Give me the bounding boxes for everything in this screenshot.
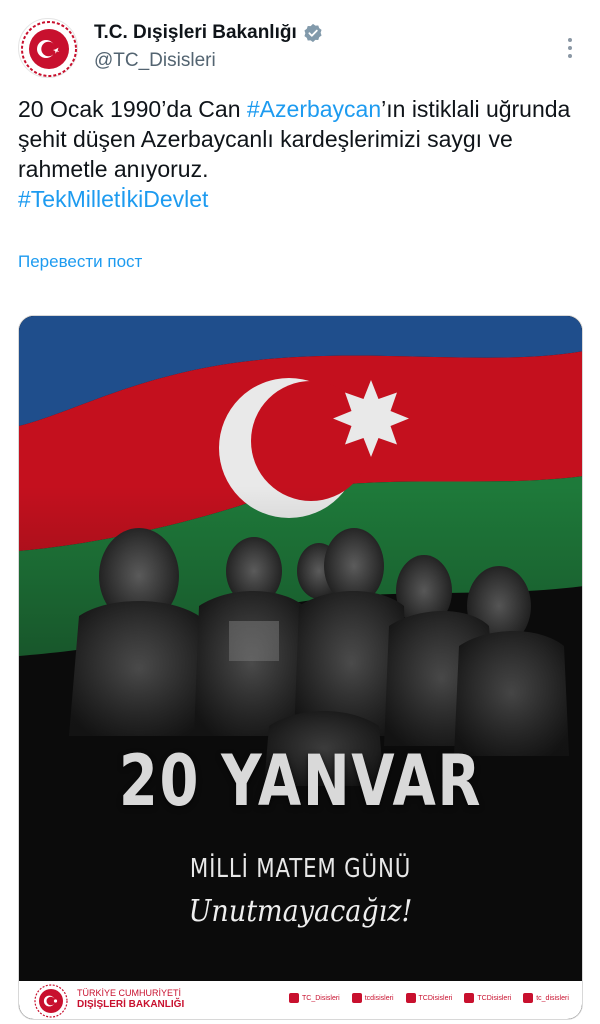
x-icon: [289, 993, 299, 1003]
poster-footer: TÜRKİYE CUMHURİYETİ DIŞİŞLERİ BAKANLIĞI …: [19, 981, 582, 1019]
account-avatar[interactable]: [18, 18, 78, 78]
verified-badge-icon: [304, 23, 322, 43]
news-icon: [523, 993, 534, 1003]
social-instagram: tcdisisleri: [351, 993, 394, 1003]
display-name[interactable]: T.C. Dışişleri Bakanlığı: [94, 22, 297, 44]
social-label: TC_Disisleri: [302, 994, 340, 1002]
social-news: tc_disisleri: [523, 993, 569, 1003]
tweet-header: T.C. Dışişleri Bakanlığı @TC_Disisleri: [18, 18, 582, 80]
footer-org-line1: TÜRKİYE CUMHURİYETİ: [77, 988, 182, 998]
ministry-name: TÜRKİYE CUMHURİYETİ DIŞİŞLERİ BAKANLIĞI: [77, 988, 184, 1010]
tweet-text: 20 Ocak 1990’da Can #Azerbaycan’ın istik…: [18, 94, 584, 214]
social-label: TCDisisleri: [477, 994, 512, 1002]
footer-org-line2: DIŞİŞLERİ BAKANLIĞI: [77, 999, 185, 1010]
turkish-ministry-seal-icon: [21, 21, 77, 77]
facebook-icon: [405, 993, 416, 1003]
social-label: TCDisisleri: [418, 994, 453, 1002]
tweet-media-image[interactable]: 20 YANVAR MİLLİ MATEM GÜNÜ Unutmayacağız…: [18, 315, 583, 1020]
instagram-icon: [351, 993, 362, 1003]
poster-subtitle: MİLLİ MATEM GÜNÜ: [189, 854, 412, 884]
ministry-logo: [33, 983, 69, 1019]
account-handle[interactable]: @TC_Disisleri: [94, 50, 216, 72]
hashtag-tekmilletikidevlet[interactable]: #TekMilletİkiDevlet: [18, 186, 208, 212]
more-vertical-icon[interactable]: [558, 34, 582, 64]
poster-title: 20 YANVAR: [118, 740, 483, 822]
social-label: tcdisisleri: [364, 994, 394, 1002]
youtube-icon: [464, 993, 475, 1003]
social-youtube: TCDisisleri: [464, 993, 511, 1003]
social-facebook: TCDisisleri: [405, 993, 453, 1003]
social-x: TC_Disisleri: [289, 993, 340, 1003]
social-label: tc_disisleri: [536, 994, 569, 1002]
social-links: TC_Disisleri tcdisisleri TCDisisleri TCD…: [289, 993, 569, 1003]
tweet-text-part: 20 Ocak 1990’da Can: [18, 96, 247, 122]
poster-slogan: Unutmayacağız!: [188, 894, 413, 929]
translate-post-link[interactable]: Перевести пост: [18, 252, 142, 272]
hashtag-azerbaycan[interactable]: #Azerbaycan: [247, 96, 381, 122]
turkish-ministry-seal-icon: [34, 984, 68, 1018]
